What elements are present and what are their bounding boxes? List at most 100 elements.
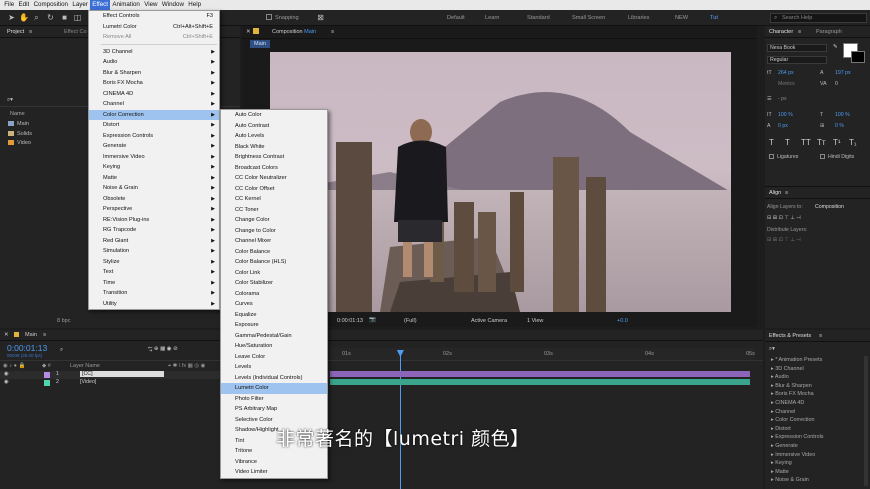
layer-label-color[interactable] (44, 380, 50, 386)
color-correction-item-cc-toner[interactable]: CC Toner (221, 205, 327, 216)
effect-menu-item-blur-sharpen[interactable]: Blur & Sharpen ▶ (89, 68, 219, 79)
tab-character[interactable]: Character (769, 29, 793, 35)
menu-effect[interactable]: Effect (90, 0, 111, 10)
color-correction-item-curves[interactable]: Curves (221, 299, 327, 310)
effect-menu-item-color-correction[interactable]: Color Correction ▶ (89, 109, 219, 120)
timeline-tool-icons[interactable]: ⥃ ⊕ ▦ ◉ ⊘ (148, 346, 178, 353)
font-size-value[interactable]: 264 px (778, 70, 794, 76)
tab-project[interactable]: Project (7, 29, 24, 35)
tab-effect-controls[interactable]: Effect Co (64, 29, 87, 35)
effects-category-item[interactable]: ▸ Distort (771, 426, 791, 432)
effect-menu-item-expression-controls[interactable]: Expression Controls ▶ (89, 131, 219, 142)
effects-category-item[interactable]: ▸ * Animation Presets (771, 357, 822, 363)
layer-name[interactable]: [Video] (80, 379, 96, 385)
color-correction-item-ps-arbitrary-map[interactable]: PS Arbitrary Map (221, 404, 327, 415)
workspace-default[interactable]: Default (447, 15, 465, 21)
font-style-dropdown[interactable]: Regular (767, 56, 827, 64)
text-style-button[interactable]: Tт (817, 138, 826, 147)
effects-category-item[interactable]: ▸ Audio (771, 374, 789, 380)
workspace-learn[interactable]: Learn (485, 15, 499, 21)
timeline-search-icon[interactable]: ⌕ (60, 347, 63, 354)
effect-menu-item-audio[interactable]: Audio ▶ (89, 57, 219, 68)
tracking-value[interactable]: 0 (835, 81, 838, 87)
color-correction-item-channel-mixer[interactable]: Channel Mixer (221, 236, 327, 247)
close-comp-icon[interactable]: ✕ (246, 29, 251, 35)
color-correction-item-auto-contrast[interactable]: Auto Contrast (221, 121, 327, 132)
color-correction-item-gamma-pedestal-gain[interactable]: Gamma/Pedestal/Gain (221, 331, 327, 342)
exposure-value[interactable]: +0.0 (617, 318, 628, 324)
project-item[interactable]: Main (8, 121, 29, 127)
effect-menu-item-generate[interactable]: Generate ▶ (89, 141, 219, 152)
color-correction-item-equalize[interactable]: Equalize (221, 310, 327, 321)
tsume-value[interactable]: 0 % (835, 123, 844, 129)
color-correction-item-color-balance[interactable]: Color Balance (221, 247, 327, 258)
kerning-value[interactable]: Metrics (778, 81, 795, 87)
resolution-dropdown[interactable]: (Full) (404, 318, 417, 324)
font-family-dropdown[interactable]: Nexa Book (767, 44, 827, 52)
color-correction-item-cc-color-offset[interactable]: CC Color Offset (221, 184, 327, 195)
align-to-dropdown[interactable]: Composition (815, 204, 844, 210)
effects-category-item[interactable]: ▸ 3D Channel (771, 366, 804, 372)
align-menu-icon[interactable]: ≡ (785, 190, 788, 196)
timeline-menu-icon[interactable]: ≡ (43, 332, 46, 338)
menu-view[interactable]: View (142, 0, 160, 10)
effects-category-item[interactable]: ▸ Expression Controls (771, 434, 823, 440)
menu-animation[interactable]: Animation (110, 0, 142, 10)
character-menu-icon[interactable]: ≡ (798, 29, 801, 35)
comp-subtab-main[interactable]: Main (250, 40, 270, 48)
effect-menu-item-noise-grain[interactable]: Noise & Grain ▶ (89, 183, 219, 194)
selection-tool-icon[interactable]: ➤ (7, 13, 16, 22)
effect-menu-item-distort[interactable]: Distort ▶ (89, 120, 219, 131)
color-correction-item-cc-color-neutralizer[interactable]: CC Color Neutralizer (221, 173, 327, 184)
effect-menu-item-keying[interactable]: Keying ▶ (89, 162, 219, 173)
menu-layer[interactable]: Layer (70, 0, 90, 10)
project-item[interactable]: Video (8, 140, 31, 146)
effect-menu-item-rg-trapcode[interactable]: RG Trapcode ▶ (89, 225, 219, 236)
tab-align[interactable]: Align (769, 190, 781, 196)
snap-options-icon[interactable]: ⊠ (316, 13, 325, 22)
hand-tool-icon[interactable]: ✋ (19, 13, 29, 22)
color-correction-item-photo-filter[interactable]: Photo Filter (221, 394, 327, 405)
video-layer-bar[interactable] (330, 379, 750, 385)
color-correction-item-color-stabilizer[interactable]: Color Stabilizer (221, 278, 327, 289)
leading-value[interactable]: 197 px (835, 70, 851, 76)
effect-menu-item-transition[interactable]: Transition ▶ (89, 288, 219, 299)
color-correction-item-levels[interactable]: Levels (221, 362, 327, 373)
color-correction-item-color-balance-hls[interactable]: Color Balance (HLS) (221, 257, 327, 268)
color-correction-item-video-limiter[interactable]: Video Limiter (221, 467, 327, 478)
ligatures-checkbox[interactable] (769, 154, 774, 159)
horizontal-scale-value[interactable]: 100 % (835, 112, 850, 118)
label-column-icon[interactable]: ◆ # (42, 363, 51, 369)
color-correction-item-cc-kernel[interactable]: CC Kernel (221, 194, 327, 205)
camera-dropdown[interactable]: Active Camera (471, 318, 507, 324)
color-correction-item-color-link[interactable]: Color Link (221, 268, 327, 279)
effect-menu-item-red-giant[interactable]: Red Giant ▶ (89, 236, 219, 247)
effects-category-item[interactable]: ▸ Keying (771, 460, 792, 466)
vertical-scale-value[interactable]: 100 % (778, 112, 793, 118)
color-correction-item-exposure[interactable]: Exposure (221, 320, 327, 331)
color-correction-item-black-white[interactable]: Black White (221, 142, 327, 153)
color-correction-item-lumetri-color[interactable]: Lumetri Color (221, 383, 327, 394)
hindi-digits-checkbox[interactable] (820, 154, 825, 159)
menu-file[interactable]: File (2, 0, 16, 10)
layer-name-header[interactable]: Layer Name (70, 363, 100, 369)
effect-menu-item-channel[interactable]: Channel ▶ (89, 99, 219, 110)
close-timeline-icon[interactable]: ✕ (4, 332, 9, 338)
pan-behind-tool-icon[interactable]: ◫ (73, 13, 82, 22)
workspace-standard[interactable]: Standard (527, 15, 550, 21)
effect-menu-item-effect-controls[interactable]: Effect Controls F3 (89, 11, 219, 22)
tab-timeline-main[interactable]: Main (25, 332, 37, 338)
color-correction-item-broadcast-colors[interactable]: Broadcast Colors (221, 163, 327, 174)
snapshot-icon[interactable]: 📷 (369, 317, 376, 323)
effect-menu-item-time[interactable]: Time ▶ (89, 278, 219, 289)
current-timecode[interactable]: 0:00:01:13 (7, 343, 47, 353)
effects-search-icon[interactable]: ⌕▾ (769, 346, 775, 353)
align-buttons-icon[interactable]: ⊟ ⊞ ⊡ ⊤ ⊥ ⊣ (767, 215, 801, 221)
workspace-libraries[interactable]: Libraries (628, 15, 649, 21)
tab-paragraph[interactable]: Paragraph (816, 29, 842, 35)
color-correction-item-levels-individual-controls[interactable]: Levels (Individual Controls) (221, 373, 327, 384)
effect-menu-item-matte[interactable]: Matte ▶ (89, 173, 219, 184)
views-dropdown[interactable]: 1 View (527, 318, 543, 324)
text-style-button[interactable]: T¹ (833, 138, 841, 147)
effects-category-item[interactable]: ▸ Matte (771, 469, 789, 475)
